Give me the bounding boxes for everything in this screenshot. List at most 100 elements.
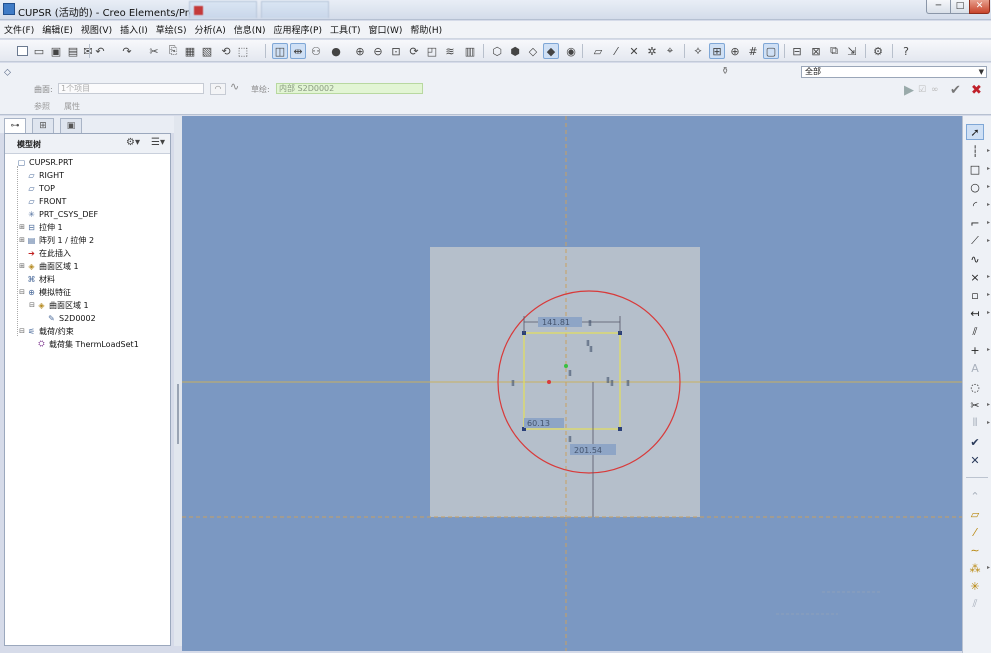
menu-tools[interactable]: 工具(T)	[330, 23, 361, 36]
csys-display-icon[interactable]: ✲	[644, 43, 660, 59]
tree-item[interactable]: ▱ TOP	[18, 182, 55, 194]
analysis-b-icon[interactable]: ⊠	[808, 43, 824, 59]
menu-insert[interactable]: 插入(I)	[120, 23, 148, 36]
rectangle-icon[interactable]: □ ▸	[966, 161, 990, 177]
shading-icon[interactable]: ◆	[543, 43, 559, 59]
tree-item[interactable]: ⊞ ▤ 阵列 1 / 拉伸 2	[18, 234, 94, 246]
menu-view[interactable]: 视图(V)	[81, 23, 112, 36]
tree-item[interactable]: ⊟ ◈ 曲面区域 1	[28, 299, 89, 311]
accept-check-icon[interactable]: ✔	[950, 83, 961, 98]
menu-applications[interactable]: 应用程序(P)	[274, 23, 322, 36]
analysis-tool-icon[interactable]: ⫽	[966, 596, 984, 612]
fillet-icon[interactable]: ⌐ ▸	[966, 215, 990, 231]
tab-folder-browser[interactable]: ⊞	[32, 118, 54, 133]
grid-snap-icon[interactable]: #	[745, 43, 761, 59]
no-hidden-icon[interactable]: ◇	[525, 43, 541, 59]
wireframe-icon[interactable]: ⬡	[489, 43, 505, 59]
menu-window[interactable]: 窗口(W)	[368, 23, 402, 36]
spline-icon[interactable]: ∿	[966, 251, 984, 267]
paste-special-icon[interactable]: ▧	[199, 43, 215, 59]
text-icon[interactable]: A	[966, 360, 984, 376]
point-tool-icon[interactable]: ⁂ ▸	[966, 560, 991, 576]
snap-icon[interactable]: ⊞	[709, 43, 725, 59]
zoom-in-icon[interactable]: ⊕	[352, 43, 368, 59]
tree-expander-icon[interactable]: ⊟	[28, 301, 36, 309]
tab-model-tree[interactable]: ⊶	[4, 118, 26, 133]
box-select-icon[interactable]: ⬚	[235, 43, 251, 59]
tree-item[interactable]: ➔ 在此插入	[18, 247, 71, 259]
new-icon[interactable]	[14, 43, 30, 59]
menu-edit[interactable]: 编辑(E)	[42, 23, 73, 36]
surface-collector[interactable]: 1个项目	[58, 83, 204, 94]
analysis-d-icon[interactable]: ⇲	[844, 43, 860, 59]
hidden-line-icon[interactable]: ⬢	[507, 43, 523, 59]
print-icon[interactable]: ▤	[65, 43, 81, 59]
spin-center-icon[interactable]: ⟡	[690, 43, 706, 59]
accept-check-icon[interactable]: ✔	[966, 434, 984, 450]
datum-points-icon[interactable]: ✕	[626, 43, 642, 59]
regenerate-icon[interactable]: ⟲	[218, 43, 234, 59]
tools-collapse-icon[interactable]: ⌃	[966, 488, 984, 504]
open-icon[interactable]: ▭	[31, 43, 47, 59]
tree-item[interactable]: ⊟ ⚟ 载荷/约束	[18, 325, 74, 337]
tree-item[interactable]: ▱ FRONT	[18, 195, 66, 207]
close-button[interactable]: ✕	[969, 0, 990, 14]
curve-tool-icon[interactable]: ∼	[966, 542, 984, 558]
modify-icon[interactable]: ⫽	[966, 324, 984, 340]
analysis-c-icon[interactable]: ⧉	[826, 43, 842, 59]
tree-item[interactable]: ⊞ ◈ 曲面区域 1	[18, 260, 79, 272]
background-window-tab[interactable]	[261, 1, 329, 18]
tree-expander-icon[interactable]: ⊟	[18, 327, 26, 335]
trim-icon[interactable]: ✂ ▸	[966, 397, 990, 413]
select-arrow-icon[interactable]: ➚	[966, 124, 984, 140]
background-window-tab[interactable]	[189, 1, 257, 18]
plane-tool-icon[interactable]: ▱	[966, 506, 984, 522]
tree-item[interactable]: ⊟ ⊕ 模拟特征	[18, 286, 71, 298]
point-icon[interactable]: × ▸	[966, 269, 990, 285]
corner-point[interactable]	[618, 427, 622, 431]
saved-views-icon[interactable]: ◰	[424, 43, 440, 59]
cancel-x-icon[interactable]: ✖	[971, 83, 982, 98]
datum-axes-icon[interactable]: ⁄	[608, 43, 624, 59]
mirror-icon[interactable]: ⫴ ▸	[966, 415, 990, 431]
context-help-icon[interactable]: ?	[898, 43, 914, 59]
layers-icon[interactable]: ≋	[442, 43, 458, 59]
tree-item[interactable]: ✳ PRT_CSYS_DEF	[18, 208, 98, 220]
surface-flip-button[interactable]: ◠	[210, 83, 226, 95]
dimension-icon[interactable]: ↤ ▸	[966, 305, 990, 321]
analysis-a-icon[interactable]: ⊟	[789, 43, 805, 59]
redo-icon[interactable]: ↷	[119, 43, 135, 59]
render-icon[interactable]: ◉	[563, 43, 579, 59]
selection-filter-select[interactable]: 全部 ▼	[801, 66, 987, 78]
maximize-button[interactable]: □	[950, 0, 970, 14]
offset-icon[interactable]: ▫ ▸	[966, 287, 990, 303]
undo-icon[interactable]: ↶	[92, 43, 108, 59]
view-manager-icon[interactable]: ▥	[462, 43, 478, 59]
tree-item[interactable]: ✎ S2D0002	[38, 312, 96, 324]
constraint-icon[interactable]: + ▸	[966, 342, 990, 358]
sketch-view-icon[interactable]: ◫	[272, 43, 288, 59]
refit-icon[interactable]: ⊡	[388, 43, 404, 59]
datum-planes-icon[interactable]: ▱	[590, 43, 606, 59]
shade-icon[interactable]: ●	[328, 43, 344, 59]
display-constraints-icon[interactable]: ⚇	[308, 43, 324, 59]
reorient-icon[interactable]: ⟳	[406, 43, 422, 59]
cut-icon[interactable]: ✂	[146, 43, 162, 59]
tree-expander-icon[interactable]: ⊞	[18, 223, 26, 231]
pause-play-icon[interactable]: ▶	[904, 83, 914, 98]
tree-expander-icon[interactable]: ⊞	[18, 236, 26, 244]
minimize-button[interactable]: ─	[926, 0, 951, 14]
preview-checkbox-icon[interactable]: ☑	[918, 85, 926, 95]
chamfer-icon[interactable]: ⟋ ▸	[966, 233, 990, 249]
tree-item[interactable]: ⛭ 载荷集 ThermLoadSet1	[28, 338, 138, 350]
tab-references[interactable]: 参照	[34, 101, 50, 112]
grid-icon[interactable]: ⊕	[727, 43, 743, 59]
save-icon[interactable]: ▣	[48, 43, 64, 59]
axis-tool-icon[interactable]: ⁄	[966, 524, 984, 540]
tree-settings-icon[interactable]: ⚙▾	[126, 137, 140, 148]
menu-file[interactable]: 文件(F)	[4, 23, 34, 36]
tab-properties[interactable]: 属性	[64, 101, 80, 112]
circle-icon[interactable]: ○ ▸	[966, 179, 990, 195]
tab-favorites[interactable]: ▣	[60, 118, 82, 133]
menu-help[interactable]: 帮助(H)	[410, 23, 442, 36]
